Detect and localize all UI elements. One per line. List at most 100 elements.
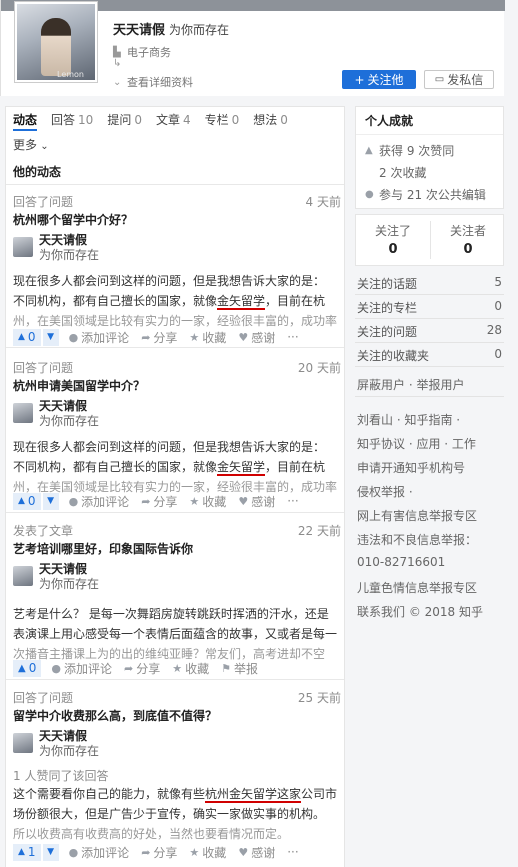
excerpt-text: ，目前在杭 (265, 460, 326, 474)
collect-button[interactable]: ★ 收藏 (172, 660, 209, 677)
downvote-button[interactable]: ▼ (42, 328, 59, 346)
profile-header: Lemon 天天请假 为你而存在 ▙ 电子商务 ↳ ⌄ 查看详细资料 + 关注他… (0, 0, 505, 96)
stat-followed-topics[interactable]: 关注的话题 5 (357, 275, 504, 292)
footer-link-infringement[interactable]: 侵权举报 · (357, 483, 413, 500)
excerpt-text: 不同机构，都有自己擅长的国家，就像 (13, 294, 218, 308)
share-button[interactable]: ➦ 分享 (124, 660, 160, 677)
comment-icon: ● (51, 661, 61, 675)
divider (355, 318, 504, 319)
article-excerpt[interactable]: 艺考是什么？ 是每一次舞蹈房旋转跳跃时挥洒的汗水，还是 表演课上用心感受每一个表… (13, 604, 339, 660)
upvote-button[interactable]: ▲ 1 (13, 843, 41, 861)
stat-value: 28 (486, 323, 502, 337)
downvote-button[interactable]: ▼ (42, 492, 59, 510)
question-title-link[interactable]: 杭州申请美国留学中介？ (13, 377, 145, 394)
follow-button-label: 关注他 (367, 73, 404, 87)
question-title-link[interactable]: 留学中介收费那么高，到底值不值得？ (13, 707, 217, 724)
activity-type: 回答了问题 (13, 195, 74, 209)
excerpt-line: 现在很多人都会问到这样的问题，但是我想告诉大家的是： (13, 274, 326, 288)
excerpt-line: 这个需要看你自己的能力，就像有些杭州金矢留学这家公司市 (13, 784, 339, 804)
chevron-down-icon: ⌄ (113, 76, 122, 88)
answer-excerpt[interactable]: 现在很多人都会问到这样的问题，但是我想告诉大家的是： 不同机构，都有自己擅长的国… (13, 437, 339, 495)
answer-excerpt[interactable]: 这个需要看你自己的能力，就像有些杭州金矢留学这家公司市 场份额很大，但是广告少于… (13, 784, 339, 842)
upvote-button[interactable]: ▲ 0 (13, 492, 41, 510)
collect-button[interactable]: ★ 收藏 (189, 493, 226, 510)
tab-label: 文章 (155, 113, 180, 127)
author-avatar[interactable] (13, 566, 33, 586)
tab-activity[interactable]: 动态 (13, 111, 38, 131)
tab-answers[interactable]: 回答 10 (51, 111, 93, 131)
footer-link-org-account[interactable]: 申请开通知乎机构号 (357, 459, 465, 476)
tab-articles[interactable]: 文章 4 (156, 111, 191, 131)
footer-link-terms[interactable]: 知乎协议 · 应用 · 工作 (357, 435, 476, 452)
stat-label: 关注的话题 (357, 277, 418, 291)
profile-details-link[interactable]: ⌄ 查看详细资料 (113, 74, 193, 90)
comment-button[interactable]: ● 添加评论 (69, 493, 130, 510)
author-bio: 为你而存在 (39, 248, 100, 262)
block-report-user-link[interactable]: 屏蔽用户 · 举报用户 (357, 376, 464, 393)
collect-button[interactable]: ★ 收藏 (189, 329, 226, 346)
thanks-button[interactable]: ♥ 感谢 (238, 844, 275, 861)
author-avatar[interactable] (13, 403, 33, 423)
comment-button[interactable]: ● 添加评论 (69, 329, 130, 346)
stat-followed-collections[interactable]: 关注的收藏夹 0 (357, 347, 504, 364)
tab-columns[interactable]: 专栏 0 (205, 111, 240, 131)
vote-widget: ▲ 0 ▼ (13, 492, 59, 510)
author-avatar[interactable] (13, 733, 33, 753)
follow-button[interactable]: + 关注他 (342, 70, 416, 89)
profile-slogan: 为你而存在 (169, 23, 230, 37)
share-button[interactable]: ➦ 分享 (141, 493, 177, 510)
excerpt-line: 艺考是什么？ 是每一次舞蹈房旋转跳跃时挥洒的汗水，还是 (13, 607, 329, 621)
stat-followed-questions[interactable]: 关注的问题 28 (357, 323, 504, 340)
star-icon: ★ (189, 494, 200, 508)
comment-button[interactable]: ● 添加评论 (69, 844, 130, 861)
action-label: 收藏 (202, 494, 227, 509)
footer-report-phone: 010-82716601 (357, 555, 446, 569)
footer-link-harmful-report[interactable]: 网上有害信息举报专区 (357, 507, 477, 524)
more-actions-button[interactable]: ··· (287, 494, 298, 508)
share-button[interactable]: ➦ 分享 (141, 329, 177, 346)
action-label: 分享 (153, 494, 178, 509)
tab-thoughts[interactable]: 想法 0 (253, 111, 288, 131)
action-label: 添加评论 (81, 330, 130, 345)
more-actions-button[interactable]: ··· (287, 845, 298, 859)
thanks-button[interactable]: ♥ 感谢 (238, 493, 275, 510)
author-avatar[interactable] (13, 237, 33, 257)
tab-label: 专栏 (204, 113, 229, 127)
followers-count-link[interactable]: 关注者 0 (431, 215, 505, 265)
achievement-likes: ▲ 获得 9 次赞同 (365, 142, 454, 159)
following-count-link[interactable]: 关注了 0 (356, 215, 430, 265)
message-button[interactable]: ▭ 发私信 (424, 70, 494, 89)
more-actions-button[interactable]: ··· (287, 330, 298, 344)
question-title-link[interactable]: 杭州哪个留学中介好？ (13, 211, 133, 228)
vote-count: 0 (28, 661, 37, 675)
footer-link-child-report[interactable]: 儿童色情信息举报专区 (357, 579, 477, 596)
upvote-button[interactable]: ▲ 0 (13, 328, 41, 346)
followers-count: 0 (463, 242, 473, 257)
footer-link-guide[interactable]: 刘看山 · 知乎指南 · (357, 411, 460, 428)
collect-button[interactable]: ★ 收藏 (189, 844, 226, 861)
triangle-up-icon: ▲ (18, 332, 25, 342)
divider (6, 184, 344, 185)
heart-icon: ♥ (238, 845, 249, 859)
more-tabs-dropdown[interactable]: 更多 ⌄ (13, 136, 49, 153)
heart-icon: ♥ (238, 494, 249, 508)
action-label: 举报 (233, 661, 258, 676)
share-button[interactable]: ➦ 分享 (141, 844, 177, 861)
upvote-button[interactable]: ▲ 0 (13, 659, 42, 677)
profile-avatar[interactable]: Lemon (15, 2, 97, 82)
star-icon: ★ (189, 845, 200, 859)
answer-excerpt[interactable]: 现在很多人都会问到这样的问题，但是我想告诉大家的是： 不同机构，都有自己擅长的国… (13, 271, 339, 329)
avatar-photo-figure (41, 18, 71, 76)
comment-button[interactable]: ● 添加评论 (51, 660, 112, 677)
tab-count: 0 (134, 113, 142, 127)
tab-questions[interactable]: 提问 0 (107, 111, 142, 131)
share-icon: ➦ (141, 845, 151, 859)
achievement-text: 获得 9 次赞同 (379, 144, 455, 158)
downvote-button[interactable]: ▼ (42, 843, 59, 861)
report-button[interactable]: ⚑ 举报 (221, 660, 258, 677)
stat-followed-columns[interactable]: 关注的专栏 0 (357, 299, 504, 316)
footer-contact-copyright[interactable]: 联系我们 © 2018 知乎 (357, 603, 483, 620)
action-label: 分享 (136, 661, 161, 676)
thanks-button[interactable]: ♥ 感谢 (238, 329, 275, 346)
article-title-link[interactable]: 艺考培训哪里好，印象国际告诉你 (13, 540, 193, 557)
